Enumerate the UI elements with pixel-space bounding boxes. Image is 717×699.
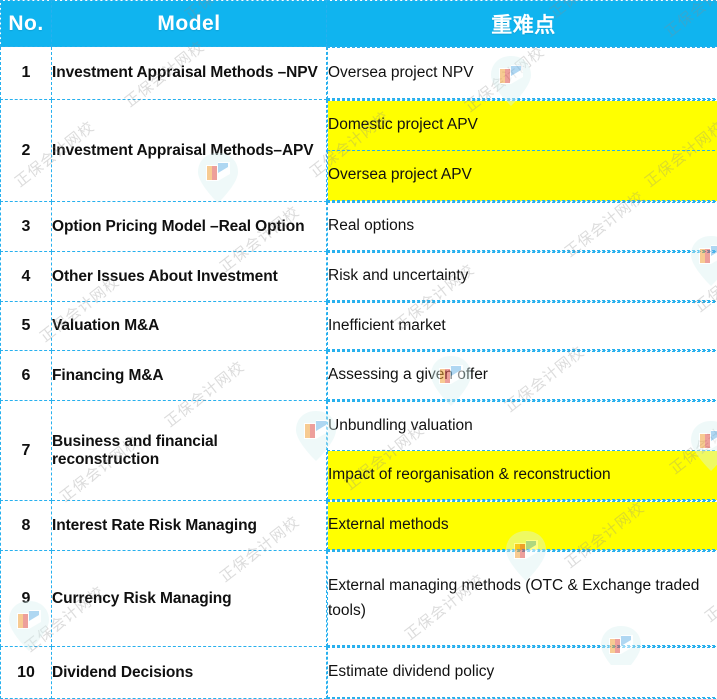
key-points-cell: Estimate dividend policy [327, 647, 717, 699]
key-point-row: Estimate dividend policy [328, 648, 717, 698]
key-point-row: External methods [328, 502, 717, 550]
key-points-sublist: External methods [327, 501, 717, 550]
key-point-row: Oversea project NPV [328, 48, 717, 99]
row-number-cell: 10 [1, 647, 52, 699]
model-cell: Investment Appraisal Methods–APV [52, 100, 327, 202]
key-points-cell: External managing methods (OTC & Exchang… [327, 551, 717, 647]
key-points-cell: Oversea project NPV [327, 47, 717, 100]
key-point-text: Risk and uncertainty [328, 253, 717, 301]
key-point-row: Real options [328, 203, 717, 251]
model-cell: Business and financial reconstruction [52, 401, 327, 501]
key-points-sublist: Domestic project APVOversea project APV [327, 100, 717, 201]
table-row: 7Business and financial reconstructionUn… [1, 401, 717, 501]
key-points-table: No. Model 重难点 1Investment Appraisal Meth… [0, 0, 717, 699]
key-point-text-highlighted: External methods [328, 502, 717, 550]
row-number-cell: 7 [1, 401, 52, 501]
row-number-cell: 2 [1, 100, 52, 202]
model-cell: Other Issues About Investment [52, 252, 327, 302]
model-cell: Dividend Decisions [52, 647, 327, 699]
table-row: 1Investment Appraisal Methods –NPVOverse… [1, 47, 717, 100]
key-point-text: Inefficient market [328, 303, 717, 350]
column-header-no: No. [1, 1, 52, 47]
key-point-row: Oversea project APV [328, 151, 717, 201]
key-point-row: Risk and uncertainty [328, 253, 717, 301]
row-number-cell: 3 [1, 202, 52, 252]
table-body: 1Investment Appraisal Methods –NPVOverse… [1, 47, 717, 699]
model-cell: Currency Risk Managing [52, 551, 327, 647]
row-number-cell: 1 [1, 47, 52, 100]
key-point-text: Unbundling valuation [328, 402, 717, 451]
column-header-key-points: 重难点 [327, 1, 717, 47]
key-points-cell: Assessing a given offer [327, 351, 717, 401]
key-points-cell: Risk and uncertainty [327, 252, 717, 302]
key-point-text: Oversea project NPV [328, 48, 717, 99]
column-header-model: Model [52, 1, 327, 47]
key-point-text: Real options [328, 203, 717, 251]
model-cell: Investment Appraisal Methods –NPV [52, 47, 327, 100]
table-row: 8Interest Rate Risk ManagingExternal met… [1, 501, 717, 551]
table-row: 2Investment Appraisal Methods–APVDomesti… [1, 100, 717, 202]
key-points-cell: External methods [327, 501, 717, 551]
table-row: 6Financing M&AAssessing a given offer [1, 351, 717, 401]
key-points-cell: Real options [327, 202, 717, 252]
row-number-cell: 6 [1, 351, 52, 401]
key-point-text-highlighted: Oversea project APV [328, 151, 717, 201]
key-point-row: External managing methods (OTC & Exchang… [328, 552, 717, 646]
key-point-text: Estimate dividend policy [328, 648, 717, 698]
key-points-sublist: Unbundling valuationImpact of reorganisa… [327, 401, 717, 500]
model-cell: Valuation M&A [52, 302, 327, 351]
model-cell: Interest Rate Risk Managing [52, 501, 327, 551]
key-point-row: Impact of reorganisation & reconstructio… [328, 451, 717, 500]
key-point-row: Assessing a given offer [328, 352, 717, 400]
table-header-row: No. Model 重难点 [1, 1, 717, 47]
row-number-cell: 9 [1, 551, 52, 647]
key-points-sublist: Oversea project NPV [327, 47, 717, 99]
key-point-text-highlighted: Impact of reorganisation & reconstructio… [328, 451, 717, 500]
key-points-cell: Unbundling valuationImpact of reorganisa… [327, 401, 717, 501]
table-row: 9Currency Risk ManagingExternal managing… [1, 551, 717, 647]
key-points-sublist: Inefficient market [327, 302, 717, 350]
table-header: No. Model 重难点 [1, 1, 717, 47]
key-point-text: Assessing a given offer [328, 352, 717, 400]
table-row: 10Dividend DecisionsEstimate dividend po… [1, 647, 717, 699]
key-points-cell: Inefficient market [327, 302, 717, 351]
key-point-row: Inefficient market [328, 303, 717, 350]
key-points-sublist: External managing methods (OTC & Exchang… [327, 551, 717, 646]
table-row: 4Other Issues About InvestmentRisk and u… [1, 252, 717, 302]
row-number-cell: 4 [1, 252, 52, 302]
key-points-sublist: Assessing a given offer [327, 351, 717, 400]
key-points-cell: Domestic project APVOversea project APV [327, 100, 717, 202]
row-number-cell: 8 [1, 501, 52, 551]
key-points-sublist: Estimate dividend policy [327, 647, 717, 698]
key-point-text: External managing methods (OTC & Exchang… [328, 552, 717, 646]
model-cell: Option Pricing Model –Real Option [52, 202, 327, 252]
row-number-cell: 5 [1, 302, 52, 351]
key-point-row: Domestic project APV [328, 101, 717, 151]
model-cell: Financing M&A [52, 351, 327, 401]
table-row: 3Option Pricing Model –Real OptionReal o… [1, 202, 717, 252]
key-point-row: Unbundling valuation [328, 402, 717, 451]
table-row: 5Valuation M&AInefficient market [1, 302, 717, 351]
key-points-sublist: Risk and uncertainty [327, 252, 717, 301]
key-points-sublist: Real options [327, 202, 717, 251]
key-point-text-highlighted: Domestic project APV [328, 101, 717, 151]
